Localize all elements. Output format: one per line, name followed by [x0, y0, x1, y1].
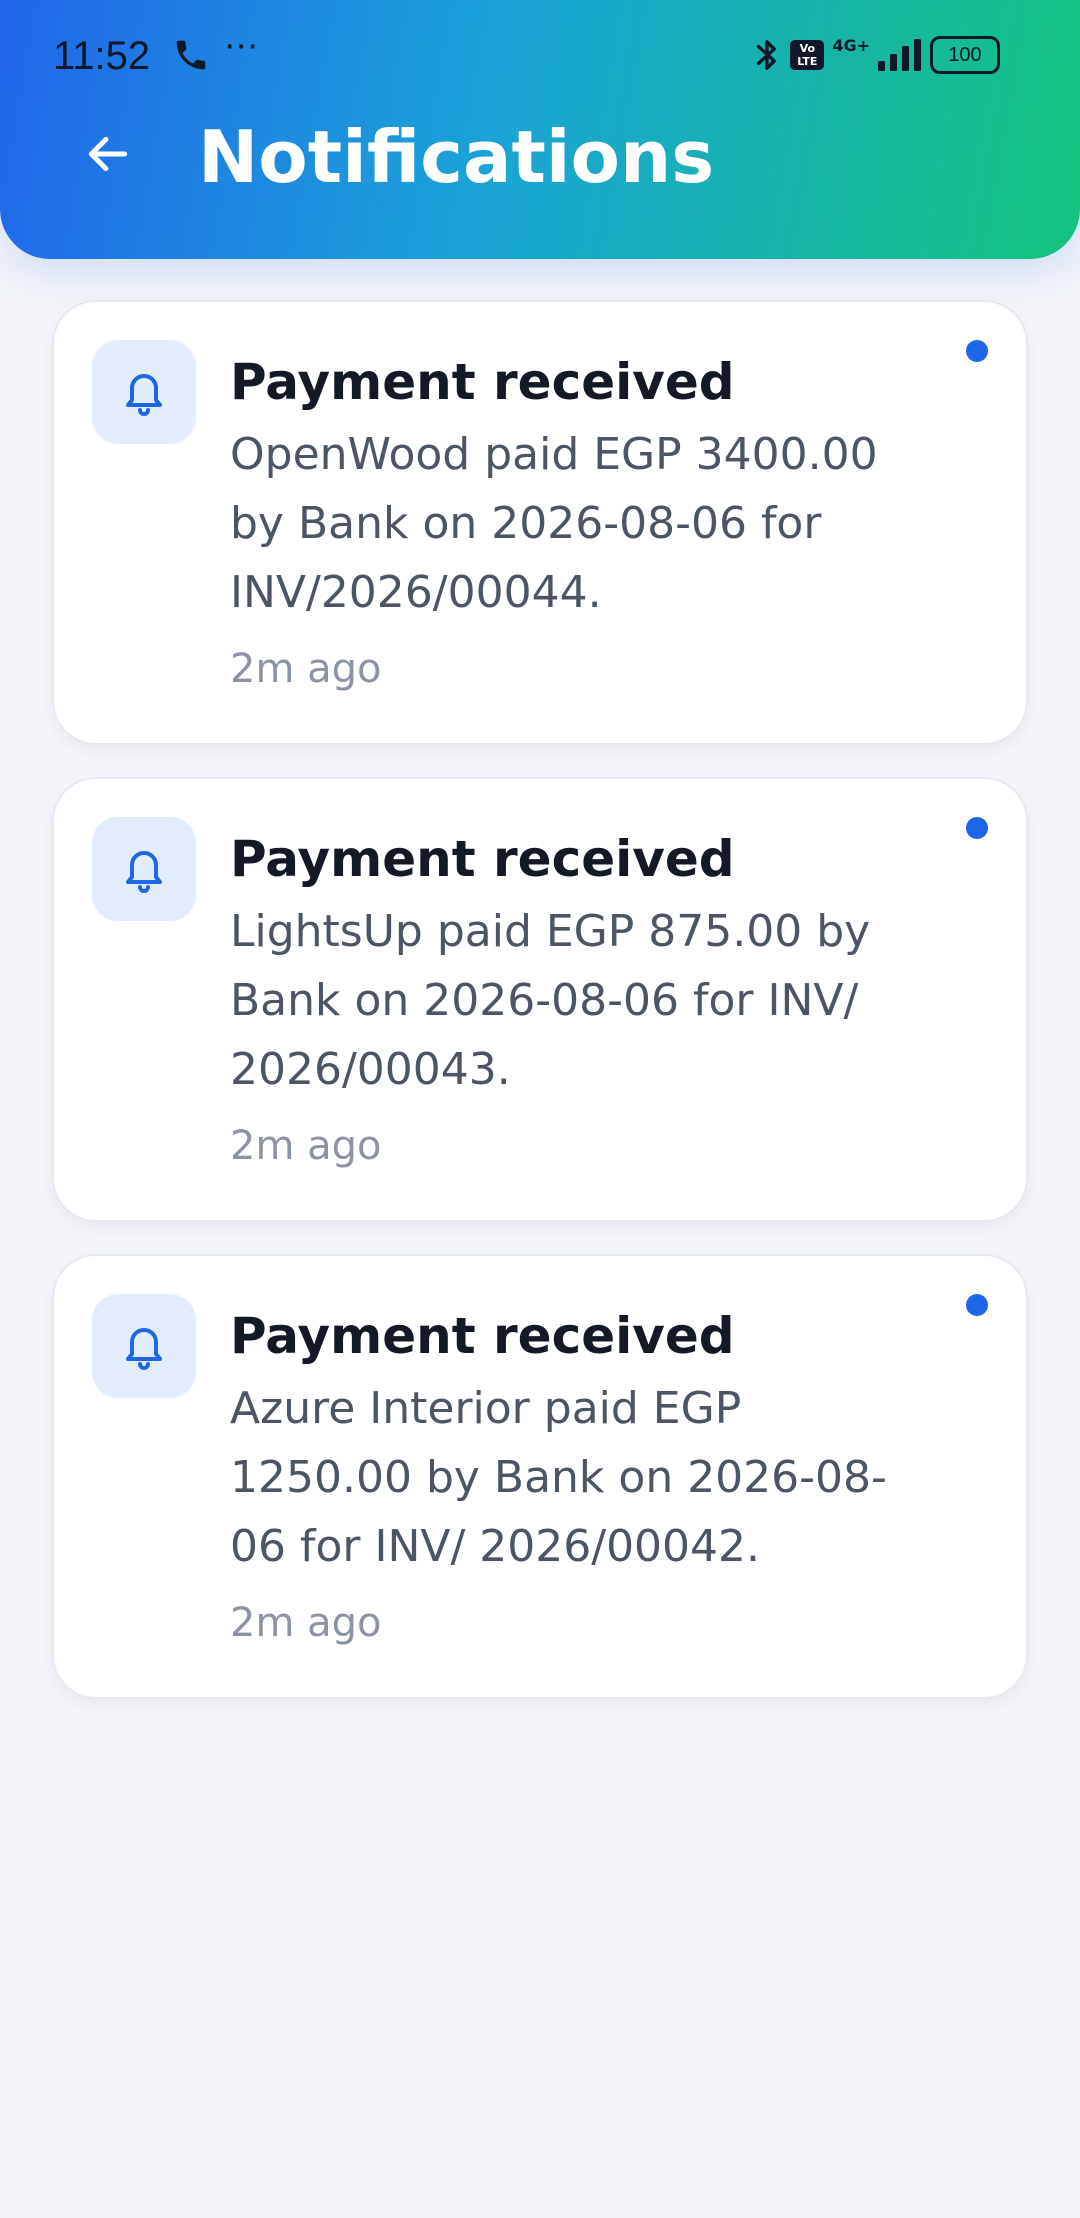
notification-title: Payment received: [230, 1307, 735, 1365]
battery-level: 100: [948, 43, 982, 66]
notification-message: OpenWood paid EGP 3400.00 by Bank on 202…: [230, 429, 878, 618]
notification-card[interactable]: Payment received LightsUp paid EGP 875.0…: [52, 777, 1028, 1222]
notification-icon-tile: [92, 340, 196, 444]
notification-timestamp: 2m ago: [230, 646, 382, 692]
notification-icon-tile: [92, 1294, 196, 1398]
volte-icon: Vo LTE: [790, 40, 825, 70]
signal-icon: [878, 39, 921, 71]
notification-timestamp: 2m ago: [230, 1600, 382, 1646]
notification-message: LightsUp paid EGP 875.00 by Bank on 2026…: [230, 906, 871, 1095]
volte-label-top: Vo: [799, 42, 816, 55]
notification-icon-tile: [92, 817, 196, 921]
notification-card[interactable]: Payment received Azure Interior paid EGP…: [52, 1254, 1028, 1699]
arrow-left-icon: [88, 136, 128, 172]
status-indicators: Vo LTE 4G+ 100: [752, 32, 1000, 78]
unread-indicator: [966, 340, 988, 362]
notification-timestamp: 2m ago: [230, 1123, 382, 1169]
app-header: 11:52 ⋯ Vo LTE 4G+ 100 Notifications: [0, 0, 1080, 259]
network-type-label: 4G+: [832, 35, 870, 55]
status-bar: 11:52 ⋯ Vo LTE 4G+ 100: [0, 0, 1080, 110]
notification-list: Payment received OpenWood paid EGP 3400.…: [52, 300, 1028, 1731]
bell-icon: [126, 374, 162, 416]
notification-content: Payment received OpenWood paid EGP 3400.…: [230, 302, 1026, 743]
notification-content: Payment received Azure Interior paid EGP…: [230, 1256, 1026, 1697]
notification-title: Payment received: [230, 830, 735, 888]
notification-card[interactable]: Payment received OpenWood paid EGP 3400.…: [52, 300, 1028, 745]
battery-icon: 100: [930, 36, 1000, 74]
status-time: 11:52: [53, 34, 151, 78]
phone-call-icon: [176, 40, 206, 70]
notification-title: Payment received: [230, 353, 735, 411]
page-title: Notifications: [198, 115, 715, 199]
bell-icon: [126, 851, 162, 893]
volte-label-bottom: LTE: [797, 55, 818, 68]
unread-indicator: [966, 1294, 988, 1316]
more-status-icon: ⋯: [224, 26, 260, 66]
notification-message: Azure Interior paid EGP 1250.00 by Bank …: [230, 1383, 887, 1572]
bell-icon: [126, 1328, 162, 1370]
bluetooth-icon: [757, 40, 777, 70]
unread-indicator: [966, 817, 988, 839]
notification-content: Payment received LightsUp paid EGP 875.0…: [230, 779, 1026, 1220]
back-button[interactable]: [72, 118, 144, 190]
